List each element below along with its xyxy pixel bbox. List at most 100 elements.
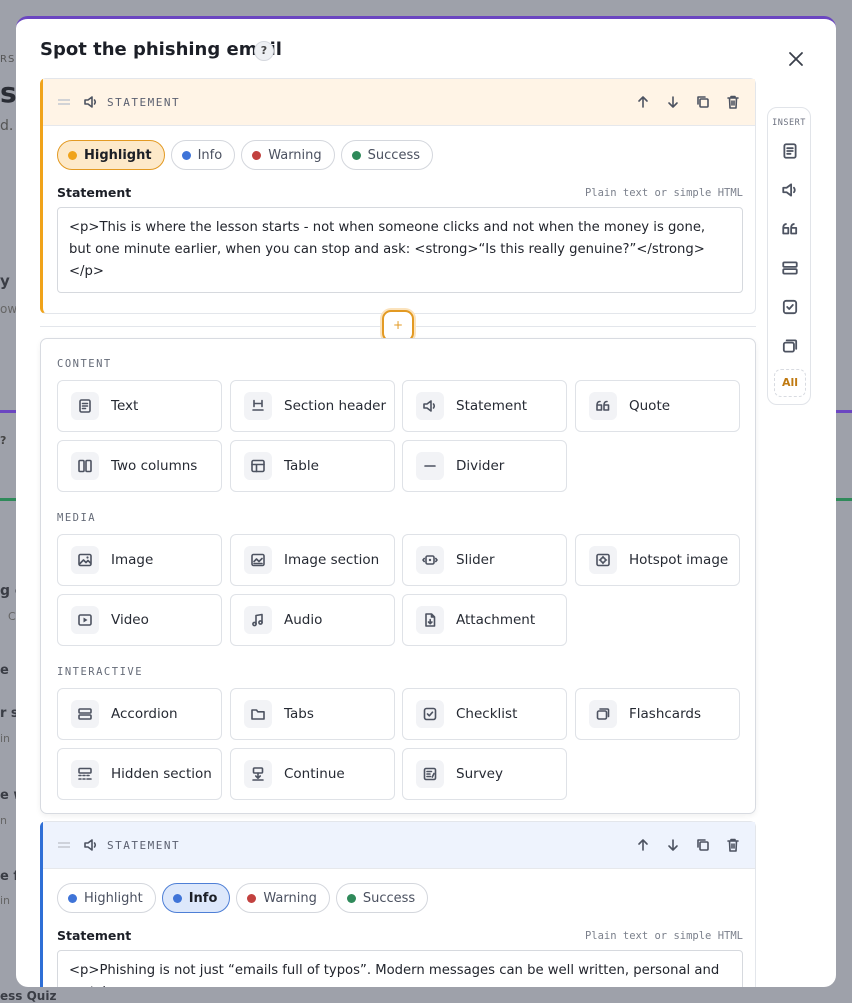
statement-textarea[interactable]: <p>Phishing is not just “emails full of … <box>57 950 743 987</box>
block-type-label: Checklist <box>456 706 518 722</box>
block-type-label: Table <box>284 458 319 474</box>
move-up-icon[interactable] <box>635 837 651 853</box>
image-section-icon <box>244 546 272 574</box>
block-type-label: Two columns <box>111 458 198 474</box>
move-down-icon[interactable] <box>665 94 681 110</box>
block-type-label: Hidden section <box>111 766 212 782</box>
block-type-continue[interactable]: Continue <box>230 748 395 800</box>
drag-handle-icon[interactable] <box>57 97 77 107</box>
accordion-icon <box>71 700 99 728</box>
accordion-icon[interactable] <box>781 259 799 277</box>
block-type-divider[interactable]: Divider <box>402 440 567 492</box>
duplicate-icon[interactable] <box>695 94 711 110</box>
image-icon <box>71 546 99 574</box>
insert-all-button[interactable]: All <box>774 369 806 397</box>
move-up-icon[interactable] <box>635 94 651 110</box>
audio-icon <box>244 606 272 634</box>
category-label: INTERACTIVE <box>57 666 144 678</box>
block-type-attachment[interactable]: Attachment <box>402 594 567 646</box>
block-picker: CONTENT Text Section header Statement Quote T… <box>40 338 756 814</box>
block-type-audio[interactable]: Audio <box>230 594 395 646</box>
background-accent-line <box>836 498 852 501</box>
block-type-label: Image <box>111 552 154 568</box>
background-fragment: ? <box>0 434 7 447</box>
continue-icon <box>244 760 272 788</box>
block-type-image-section[interactable]: Image section <box>230 534 395 586</box>
variant-label: Warning <box>263 890 317 906</box>
flashcards-icon <box>589 700 617 728</box>
block-type-checklist[interactable]: Checklist <box>402 688 567 740</box>
block-type-two-columns[interactable]: Two columns <box>57 440 222 492</box>
speaker-icon[interactable] <box>781 181 799 199</box>
block-type-hotspot-image[interactable]: Hotspot image <box>575 534 740 586</box>
background-fragment: n <box>0 814 7 827</box>
background-fragment: e <box>0 663 9 678</box>
block-type-table[interactable]: Table <box>230 440 395 492</box>
block-type-statement[interactable]: Statement <box>402 380 567 432</box>
block-type-accordion[interactable]: Accordion <box>57 688 222 740</box>
block-type-slider[interactable]: Slider <box>402 534 567 586</box>
variant-pill-info[interactable]: Info <box>161 883 231 913</box>
speaker-icon <box>416 392 444 420</box>
variant-dot <box>346 893 356 903</box>
tabs-icon <box>244 700 272 728</box>
variant-selector: Highlight Info Warning Success <box>57 140 433 170</box>
help-icon[interactable]: ? <box>254 41 274 61</box>
modal-title: Spot the phishing email <box>40 39 282 60</box>
block-type-label: Flashcards <box>629 706 701 722</box>
block-type-label: Section header <box>284 398 387 414</box>
variant-pill-success[interactable]: Success <box>340 140 433 170</box>
block-type-flashcards[interactable]: Flashcards <box>575 688 740 740</box>
category-label: MEDIA <box>57 512 97 524</box>
block-type-tabs[interactable]: Tabs <box>230 688 395 740</box>
block-type-image[interactable]: Image <box>57 534 222 586</box>
variant-pill-warning[interactable]: Warning <box>241 140 335 170</box>
flashcards-icon[interactable] <box>781 337 799 355</box>
background-fragment: C <box>8 610 16 623</box>
variant-pill-highlight[interactable]: Highlight <box>57 140 165 170</box>
video-icon <box>71 606 99 634</box>
table-icon <box>244 452 272 480</box>
block-type-survey[interactable]: Survey <box>402 748 567 800</box>
variant-pill-warning[interactable]: Warning <box>236 883 330 913</box>
trash-icon[interactable] <box>725 837 741 853</box>
statement-field-label: Statement <box>57 928 132 943</box>
variant-label: Warning <box>268 147 322 163</box>
variant-dot <box>68 150 77 160</box>
move-down-icon[interactable] <box>665 837 681 853</box>
slider-icon <box>416 546 444 574</box>
variant-dot <box>181 150 191 160</box>
text-icon <box>71 392 99 420</box>
background-fragment: RS <box>0 54 16 65</box>
drag-handle-icon[interactable] <box>57 840 77 850</box>
block-type-label: Audio <box>284 612 323 628</box>
variant-dot <box>172 893 182 903</box>
quote-icon <box>589 392 617 420</box>
variant-pill-success[interactable]: Success <box>335 883 429 913</box>
background-fragment: in <box>0 732 11 745</box>
block-type-video[interactable]: Video <box>57 594 222 646</box>
trash-icon[interactable] <box>725 94 741 110</box>
variant-label: Highlight <box>84 147 152 163</box>
statement-block: STATEMENT Highlight Info Warning Success… <box>40 821 756 987</box>
background-fragment: d. <box>0 118 14 134</box>
block-type-label: STATEMENT <box>107 95 181 109</box>
variant-label: Info <box>197 147 223 163</box>
variant-pill-highlight[interactable]: Highlight <box>57 883 156 913</box>
block-type-label: Attachment <box>456 612 536 628</box>
text-icon[interactable] <box>781 142 799 160</box>
block-type-text[interactable]: Text <box>57 380 222 432</box>
hidden-section-icon <box>71 760 99 788</box>
block-type-label: Survey <box>456 766 503 782</box>
statement-textarea[interactable]: <p>This is where the lesson starts - not… <box>57 207 743 293</box>
block-type-section-header[interactable]: Section header <box>230 380 395 432</box>
close-icon[interactable] <box>786 49 806 69</box>
checklist-icon[interactable] <box>781 298 799 316</box>
duplicate-icon[interactable] <box>695 837 711 853</box>
block-type-hidden-section[interactable]: Hidden section <box>57 748 222 800</box>
block-type-quote[interactable]: Quote <box>575 380 740 432</box>
variant-label: Success <box>367 147 420 163</box>
variant-dot <box>247 893 257 903</box>
quote-icon[interactable] <box>781 220 799 238</box>
variant-pill-info[interactable]: Info <box>170 140 236 170</box>
